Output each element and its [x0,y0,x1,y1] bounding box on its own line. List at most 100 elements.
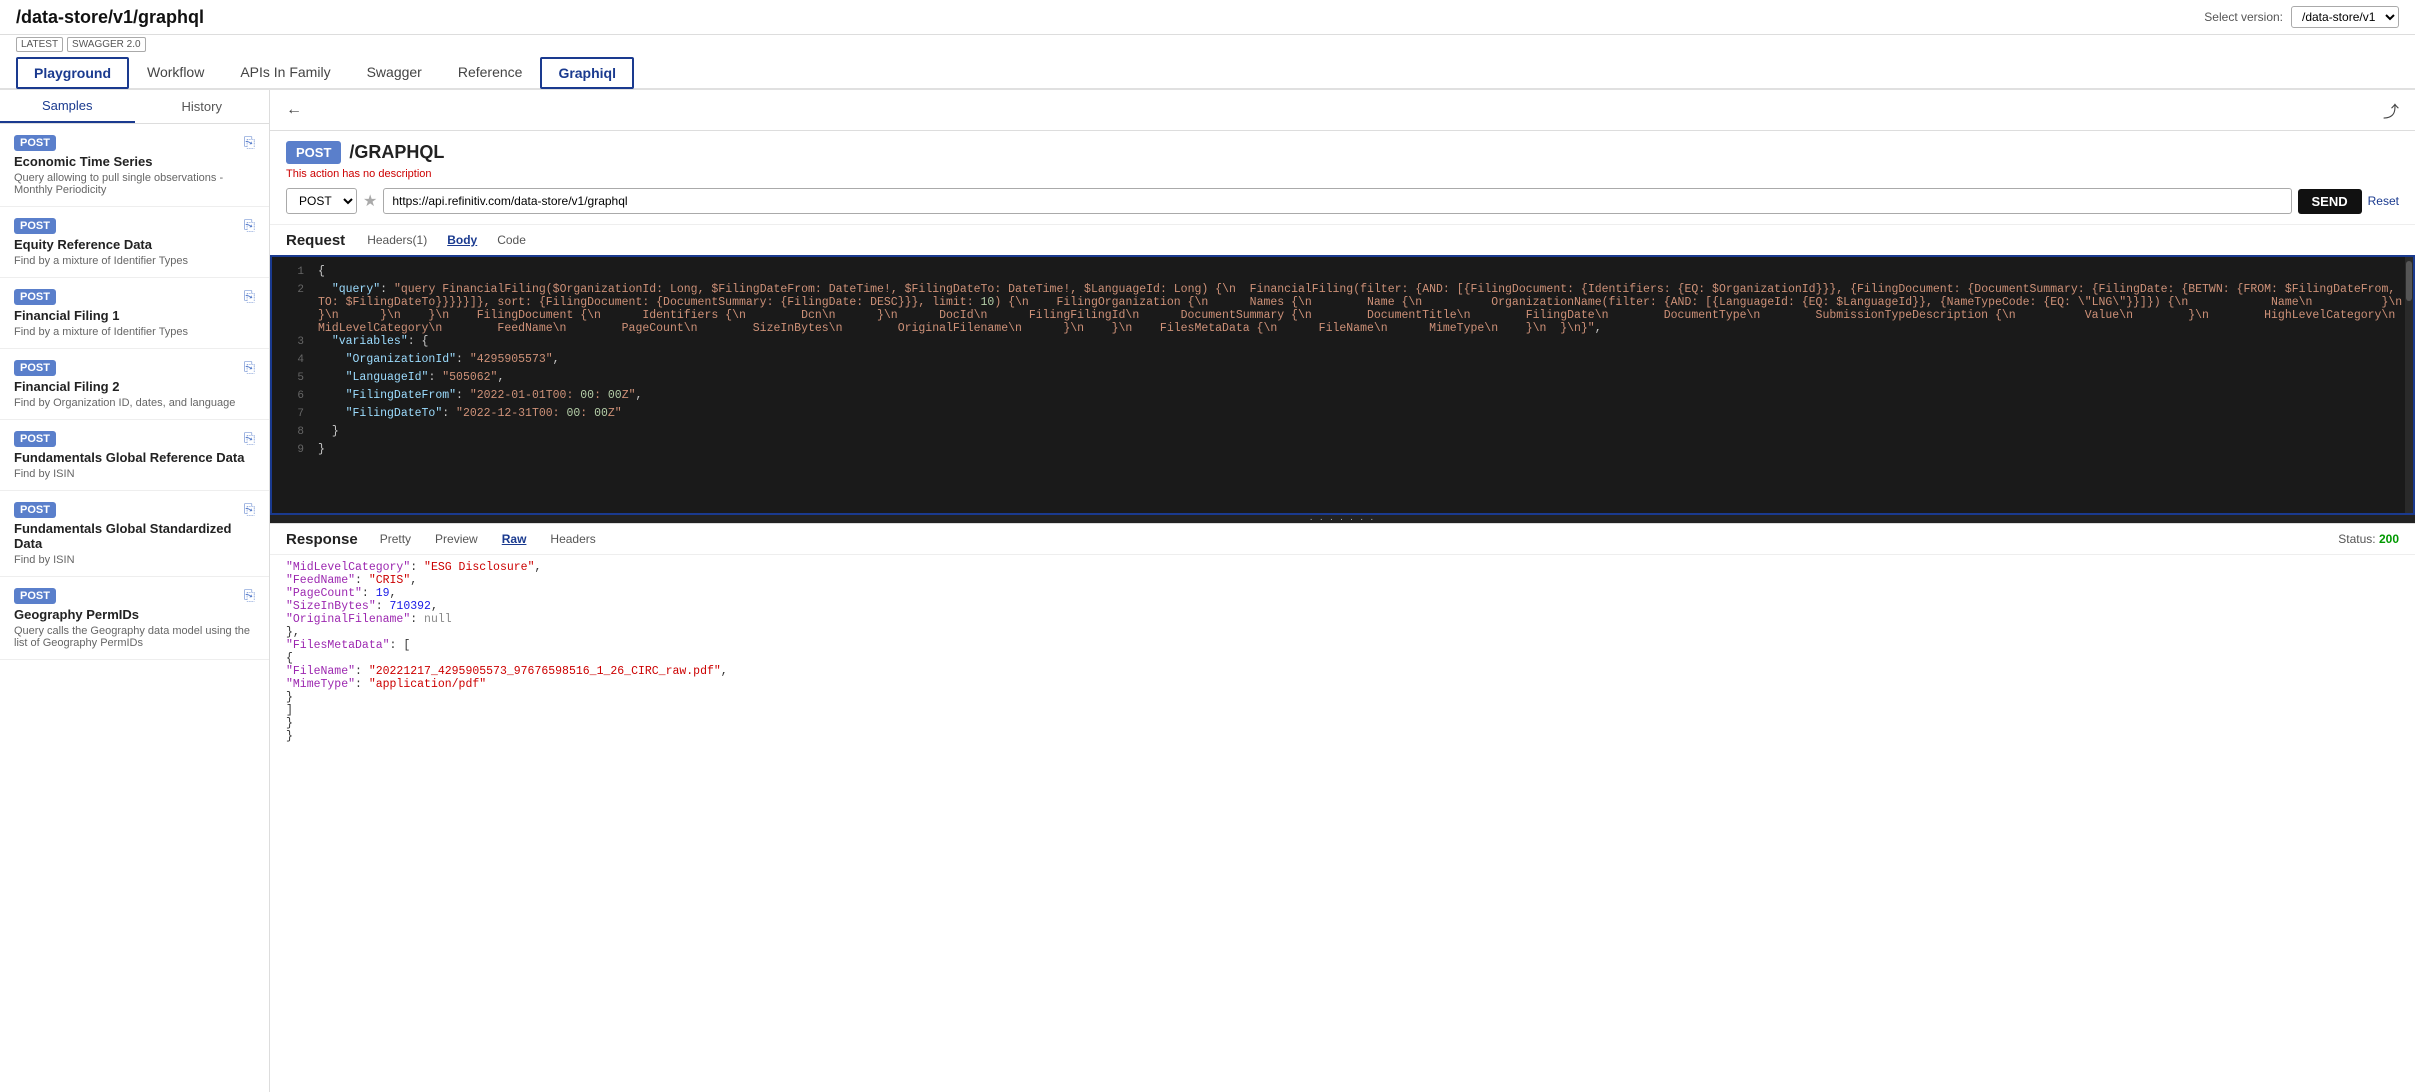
endpoint-path: /GRAPHQL [349,142,444,163]
response-header: Response Pretty Preview Raw Headers Stat… [270,523,2415,554]
item-title: Financial Filing 2 [14,379,255,394]
response-body: "MidLevelCategory": "ESG Disclosure", "F… [270,554,2415,1092]
scrollbar-thumb[interactable] [2406,261,2412,301]
response-line: "MidLevelCategory": "ESG Disclosure", [286,561,2399,574]
copy-icon[interactable]: ⎘ [244,587,255,604]
code-line: 4 "OrganizationId": "4295905573", [272,353,2413,371]
tab-pretty[interactable]: Pretty [370,530,421,548]
tab-body[interactable]: Body [437,231,487,249]
list-item[interactable]: POST ⎘ Economic Time Series Query allowi… [0,124,269,207]
tab-apis-in-family[interactable]: APIs In Family [222,56,348,88]
tab-headers[interactable]: Headers(1) [357,231,437,249]
resize-handle[interactable]: · · · · · · · [270,515,2415,523]
endpoint-method-badge: POST [286,141,341,164]
reset-button[interactable]: Reset [2368,194,2399,208]
endpoint-row: POST /GRAPHQL [286,141,2399,164]
code-line: 5 "LanguageId": "505062", [272,371,2413,389]
response-line: "OriginalFilename": null [286,613,2399,626]
item-desc: Query allowing to pull single observatio… [14,172,255,196]
endpoint-section: POST /GRAPHQL This action has no descrip… [270,131,2415,225]
line-content: "variables": { [318,335,2405,348]
tab-graphiql[interactable]: Graphiql [540,57,634,89]
version-label: Select version: [2204,10,2283,24]
response-line: } [286,717,2399,730]
item-header: POST ⎘ [14,288,255,305]
item-title: Equity Reference Data [14,237,255,252]
response-line: { [286,652,2399,665]
list-item[interactable]: POST ⎘ Equity Reference Data Find by a m… [0,207,269,278]
response-line: "FilesMetaData": [ [286,639,2399,652]
star-button[interactable]: ★ [363,191,377,211]
copy-icon[interactable]: ⎘ [244,217,255,234]
nav-tabs: Playground Workflow APIs In Family Swagg… [0,56,2415,90]
line-content: "FilingDateTo": "2022-12-31T00: 00: 00Z" [318,407,2405,420]
top-header: /data-store/v1/graphql Select version: /… [0,0,2415,35]
method-badge: POST [14,431,56,447]
method-badge: POST [14,588,56,604]
expand-button[interactable]: ⤴ [2383,98,2399,122]
copy-icon[interactable]: ⎘ [244,359,255,376]
request-section: Request Headers(1) Body Code 1{2 "query"… [270,225,2415,515]
line-content: } [318,443,2405,456]
code-line: 2 "query": "query FinancialFiling($Organ… [272,283,2413,335]
scrollbar[interactable] [2405,257,2413,513]
content-header: ← ⤴ [270,90,2415,131]
line-number: 9 [280,443,304,456]
copy-icon[interactable]: ⎘ [244,288,255,305]
code-line: 9} [272,443,2413,461]
sidebar-tab-history[interactable]: History [135,90,270,123]
item-title: Fundamentals Global Reference Data [14,450,255,465]
code-line: 8 } [272,425,2413,443]
badge-row: LATEST SWAGGER 2.0 [0,35,2415,52]
sidebar-tabs: Samples History [0,90,269,124]
item-title: Fundamentals Global Standardized Data [14,521,255,551]
item-title: Economic Time Series [14,154,255,169]
list-item[interactable]: POST ⎘ Geography PermIDs Query calls the… [0,577,269,660]
item-desc: Find by a mixture of Identifier Types [14,326,255,338]
tab-workflow[interactable]: Workflow [129,56,222,88]
copy-icon[interactable]: ⎘ [244,501,255,518]
method-badge: POST [14,289,56,305]
item-desc: Query calls the Geography data model usi… [14,625,255,649]
tab-raw[interactable]: Raw [492,530,537,548]
item-header: POST ⎘ [14,134,255,151]
tab-swagger[interactable]: Swagger [349,56,440,88]
tab-playground[interactable]: Playground [16,57,129,89]
tab-code[interactable]: Code [487,231,536,249]
list-item[interactable]: POST ⎘ Fundamentals Global Reference Dat… [0,420,269,491]
response-line: }, [286,626,2399,639]
url-input[interactable] [383,188,2291,214]
main-layout: Samples History POST ⎘ Economic Time Ser… [0,90,2415,1092]
line-content: } [318,425,2405,438]
response-section: Response Pretty Preview Raw Headers Stat… [270,523,2415,1092]
content-area: ← ⤴ POST /GRAPHQL This action has no des… [270,90,2415,1092]
line-number: 1 [280,265,304,278]
code-editor[interactable]: 1{2 "query": "query FinancialFiling($Org… [270,255,2415,515]
request-title: Request [286,232,345,249]
sidebar-tab-samples[interactable]: Samples [0,90,135,123]
list-item[interactable]: POST ⎘ Financial Filing 1 Find by a mixt… [0,278,269,349]
request-tabs: Headers(1) Body Code [357,231,536,249]
url-row: POST ★ SEND Reset [286,188,2399,214]
send-button[interactable]: SEND [2298,189,2362,214]
list-item[interactable]: POST ⎘ Fundamentals Global Standardized … [0,491,269,577]
item-desc: Find by ISIN [14,554,255,566]
tab-resp-headers[interactable]: Headers [540,530,605,548]
response-title: Response [286,531,358,548]
tab-reference[interactable]: Reference [440,56,541,88]
method-badge: POST [14,135,56,151]
version-selector: Select version: /data-store/v1 [2204,6,2399,28]
line-content: "FilingDateFrom": "2022-01-01T00: 00: 00… [318,389,2405,402]
list-item[interactable]: POST ⎘ Financial Filing 2 Find by Organi… [0,349,269,420]
tab-preview[interactable]: Preview [425,530,488,548]
version-select[interactable]: /data-store/v1 [2291,6,2399,28]
status-badge: Status: 200 [2338,532,2399,546]
copy-icon[interactable]: ⎘ [244,430,255,447]
response-line: "SizeInBytes": 710392, [286,600,2399,613]
copy-icon[interactable]: ⎘ [244,134,255,151]
item-desc: Find by ISIN [14,468,255,480]
method-dropdown[interactable]: POST [286,188,357,214]
item-header: POST ⎘ [14,359,255,376]
latest-badge: LATEST [16,37,63,52]
back-button[interactable]: ← [286,101,302,119]
